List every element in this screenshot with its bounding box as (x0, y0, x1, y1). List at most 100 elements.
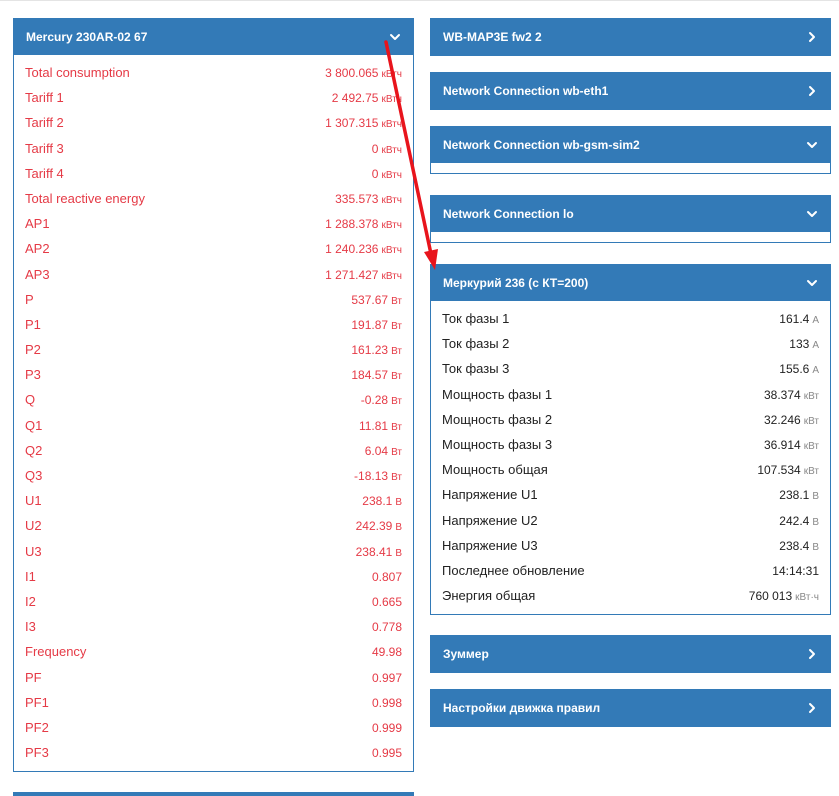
data-row: PF2 0.999 (14, 715, 413, 740)
wb-eth1-panel-header[interactable]: Network Connection wb-eth1 (431, 73, 830, 109)
panel-title: Настройки движка правил (443, 701, 601, 715)
chevron-down-icon[interactable] (388, 30, 402, 44)
row-value: 2 492.75 (331, 91, 379, 106)
wb-gsm-sim2-panel-header[interactable]: Network Connection wb-gsm-sim2 (431, 127, 830, 163)
buzzer-panel-header[interactable]: Зуммер (431, 636, 830, 672)
row-label: P3 (25, 367, 41, 383)
data-row: Последнее обновление 14:14:31 (431, 558, 830, 583)
row-value: 1 307.315 (325, 116, 379, 131)
mercury-230-panel-header[interactable]: Mercury 230AR-02 67 (14, 19, 413, 55)
row-unit: Вт (391, 446, 402, 458)
row-value-group: 0.997 (372, 666, 402, 691)
row-value-group: 133 A (789, 332, 819, 358)
row-label: Q1 (25, 417, 43, 433)
panel-title: Зуммер (443, 647, 489, 661)
row-value: 32.246 (764, 412, 801, 427)
row-unit: A (812, 340, 819, 352)
mercury-230-panel: Mercury 230AR-02 67 Total consumption 3 8… (13, 18, 414, 773)
next-panel-header-edge[interactable] (13, 792, 414, 796)
row-value-group: 3 800.065 кВтч (325, 61, 402, 87)
data-row: Ток фазы 1 161.4 A (431, 306, 830, 331)
row-value-group: 2 492.75 кВтч (332, 86, 402, 112)
chevron-right-icon[interactable] (805, 647, 819, 661)
row-value-group: 0.998 (372, 691, 402, 716)
row-unit: Вт (391, 396, 402, 408)
row-value: -18.13 (354, 469, 389, 483)
lo-panel: Network Connection lo (430, 195, 831, 243)
wb-map3e-panel: WB-MAP3E fw2 2 (430, 18, 831, 56)
row-unit: кВтч (381, 169, 402, 181)
data-row: Напряжение U2 242.4 В (431, 508, 830, 533)
mercury-236-panel: Меркурий 236 (с КТ=200) Ток фазы 1 161.4 A… (430, 264, 831, 616)
row-value: 49.98 (371, 645, 402, 660)
chevron-down-icon[interactable] (805, 276, 819, 290)
data-row: Tariff 2 1 307.315 кВтч (14, 110, 413, 135)
row-label: Tariff 3 (25, 140, 64, 156)
row-value: 238.1 (362, 494, 393, 509)
row-value-group: 0.807 (372, 565, 402, 590)
row-label: I1 (25, 568, 36, 584)
row-value: 14:14:31 (772, 563, 819, 578)
row-value: -0.28 (360, 393, 389, 408)
wb-map3e-panel-header[interactable]: WB-MAP3E fw2 2 (431, 19, 830, 55)
row-value: 1 271.427 (325, 267, 379, 282)
rules-engine-panel-header[interactable]: Настройки движка правил (431, 690, 830, 726)
row-value: 0.998 (371, 695, 402, 710)
chevron-down-icon[interactable] (805, 138, 819, 152)
row-label: Tariff 2 (25, 115, 64, 131)
left-column: Mercury 230AR-02 67 Total consumption 3 8… (13, 18, 414, 773)
row-value-group: 1 271.427 кВтч (325, 263, 402, 289)
row-unit: кВтч (381, 194, 402, 206)
mercury-236-panel-header[interactable]: Меркурий 236 (с КТ=200) (431, 265, 830, 301)
row-label: Frequency (25, 644, 87, 660)
row-value: 537.67 (351, 292, 389, 307)
data-row: Напряжение U3 238.4 В (431, 533, 830, 558)
row-value-group: 0 кВтч (372, 137, 402, 163)
row-label: I3 (25, 619, 36, 635)
row-value-group: 0 кВтч (372, 162, 402, 188)
row-label: Q3 (25, 468, 43, 483)
data-row: P1 191.87 Вт (14, 312, 413, 337)
chevron-right-icon[interactable] (805, 701, 819, 715)
data-row: Frequency 49.98 (14, 639, 413, 664)
row-value: 6.04 (364, 443, 389, 458)
row-unit: В (395, 547, 402, 559)
chevron-right-icon[interactable] (805, 30, 819, 44)
row-value-group: 1 307.315 кВтч (325, 111, 402, 137)
row-value: 133 (789, 337, 810, 352)
row-value: 11.81 (358, 418, 389, 433)
row-value-group: 184.57 Вт (351, 363, 402, 389)
row-value-group: 161.23 Вт (351, 338, 402, 364)
row-value: 161.4 (779, 312, 810, 326)
row-value-group: -0.28 Вт (361, 388, 402, 414)
row-unit: Вт (391, 295, 402, 307)
data-row: AP1 1 288.378 кВтч (14, 211, 413, 236)
row-label: P1 (25, 316, 41, 332)
row-value-group: 11.81 Вт (359, 414, 402, 440)
row-unit: кВт (803, 390, 819, 402)
row-unit: кВт (803, 466, 819, 478)
lo-panel-header[interactable]: Network Connection lo (431, 196, 830, 232)
row-unit: A (812, 315, 819, 326)
row-unit: кВтч (381, 220, 402, 232)
panel-title: Mercury 230AR-02 67 (26, 30, 148, 44)
data-row: Tariff 1 2 492.75 кВтч (14, 85, 413, 110)
data-row: AP2 1 240.236 кВтч (14, 236, 413, 261)
row-value-group: 242.4 В (779, 509, 819, 535)
row-value-group: 537.67 Вт (351, 288, 402, 314)
chevron-right-icon[interactable] (805, 84, 819, 98)
data-row: P2 161.23 Вт (14, 337, 413, 362)
mercury-230-rows: Total consumption 3 800.065 кВтч Tariff 12 … (14, 55, 413, 771)
row-value-group: 1 240.236 кВтч (325, 237, 402, 263)
chevron-down-icon[interactable] (805, 207, 819, 221)
row-unit: В (812, 541, 819, 553)
row-label: Мощность фазы 1 (442, 386, 553, 402)
row-value-group: 0.999 (372, 716, 402, 741)
panel-body-empty (431, 232, 830, 242)
row-value: 184.57 (351, 368, 389, 383)
data-row: Мощность фазы 2 32.246 кВт (431, 407, 830, 432)
row-label: AP3 (25, 266, 50, 282)
row-value-group: 335.573 кВтч (335, 187, 402, 213)
row-value-group: -18.13 Вт (354, 464, 402, 490)
row-unit: Вт (391, 421, 402, 433)
